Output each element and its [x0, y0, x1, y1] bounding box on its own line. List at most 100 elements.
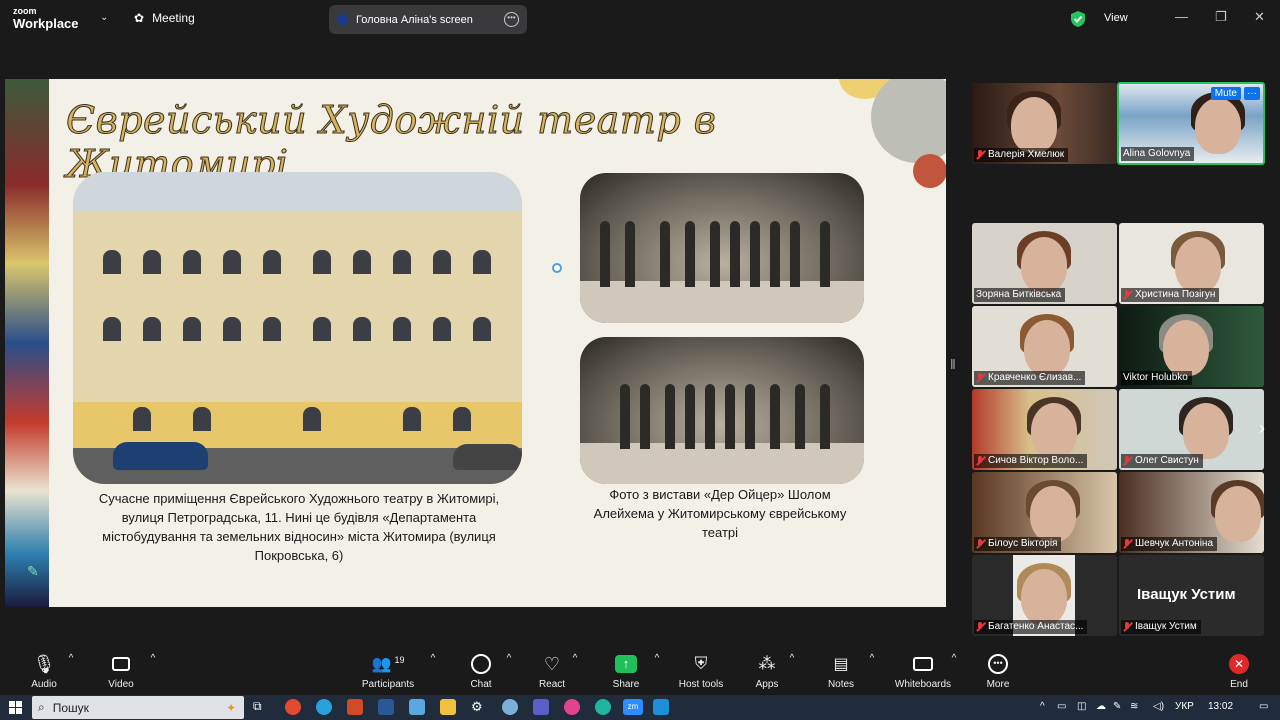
caption-building: Сучасне приміщення Єврейського Художньог…	[98, 491, 500, 563]
apps-icon: ⁂	[758, 654, 776, 673]
whiteboards-options-caret[interactable]: ^	[949, 653, 959, 664]
whiteboard-icon	[913, 657, 933, 671]
chevron-down-icon[interactable]: ⌄	[100, 12, 108, 23]
video-tile[interactable]: Кравченко Єлизав...	[972, 306, 1117, 387]
participant-name-tag: Багатенко Анастас...	[974, 620, 1088, 634]
clock[interactable]: 13:02	[1208, 701, 1233, 712]
maximize-icon[interactable]: ❐	[1215, 9, 1227, 25]
minimize-icon[interactable]: —	[1175, 9, 1188, 24]
heart-icon: ♡	[543, 653, 561, 674]
caption-play: Фото з вистави «Дер Ойцер» Шолом Алейхем…	[593, 487, 847, 540]
video-tile[interactable]: Олег Свистун	[1119, 389, 1264, 470]
share-button[interactable]: ↑ Share	[591, 653, 661, 690]
video-tile[interactable]: Шевчук Антоніна	[1119, 472, 1264, 553]
mic-muted-icon	[1123, 622, 1132, 632]
participant-name-tag: Сичов Віктор Воло...	[974, 454, 1088, 468]
shield-check-icon[interactable]	[1070, 10, 1086, 28]
more-icon[interactable]: •••	[504, 12, 519, 27]
chat-icon	[471, 654, 491, 674]
apps-options-caret[interactable]: ^	[787, 653, 797, 664]
react-options-caret[interactable]: ^	[570, 653, 580, 664]
audio-options-caret[interactable]: ^	[66, 653, 76, 664]
mic-muted-icon	[976, 539, 985, 549]
word-icon[interactable]	[378, 699, 394, 715]
participants-button[interactable]: 👥 19 Participants	[353, 653, 423, 690]
presenter-background-strip: ✎	[5, 79, 49, 607]
meeting-toolbar: 🎙 Audio ^ Video ^ 👥 19 Participants ^ Cha…	[0, 645, 1280, 695]
paw-icon: ✿	[134, 11, 145, 25]
video-button[interactable]: Video	[86, 653, 156, 690]
mic-muted-icon	[976, 622, 985, 632]
play-photo-1	[580, 173, 864, 323]
meet-icon[interactable]: ◫	[1077, 701, 1086, 712]
microphone-icon: 🎙	[32, 653, 56, 674]
chat-options-caret[interactable]: ^	[504, 653, 514, 664]
windows-taskbar: ⌕ Пошук ✦ ⧉ ⚙ zm ^ ▭ ◫ ☁ ✎ ≋ ◁) УКР 13:0…	[0, 695, 1280, 720]
participants-options-caret[interactable]: ^	[428, 653, 438, 664]
screen-share-indicator[interactable]: Головна Аліна's screen •••	[329, 5, 527, 34]
notes-options-caret[interactable]: ^	[867, 653, 877, 664]
folder-icon[interactable]	[440, 699, 456, 715]
title-bar: zoom Workplace ⌄ ✿ Meeting Головна Аліна…	[0, 0, 1280, 40]
shield-icon: ⛨	[694, 654, 708, 673]
mic-muted-icon	[976, 150, 985, 160]
brand-bottom: Workplace	[13, 16, 79, 31]
share-label: Головна Аліна's screen	[356, 13, 473, 26]
powerpoint-icon[interactable]	[347, 699, 363, 715]
mic-muted-icon	[976, 373, 985, 383]
next-page-icon[interactable]: ›	[1259, 418, 1265, 439]
teams-icon[interactable]	[533, 699, 549, 715]
photos-icon[interactable]	[653, 699, 669, 715]
mic-muted-icon	[1123, 290, 1132, 300]
windows-start-icon[interactable]	[9, 701, 22, 714]
camera-icon	[112, 657, 130, 671]
video-options-caret[interactable]: ^	[148, 653, 158, 664]
share-options-caret[interactable]: ^	[652, 653, 662, 664]
telegram-icon[interactable]	[316, 699, 332, 715]
settings-icon[interactable]: ⚙	[471, 699, 487, 715]
pen-icon[interactable]: ✎	[1113, 701, 1121, 712]
panel-resize-handle[interactable]: ‖	[950, 356, 956, 372]
chrome-icon[interactable]	[285, 699, 301, 715]
volume-icon[interactable]: ◁)	[1153, 701, 1164, 712]
notes-button[interactable]: ▤ Notes	[806, 653, 876, 690]
host-tools-button[interactable]: ⛨ Host tools	[666, 653, 736, 690]
notifications-icon[interactable]: ▭	[1259, 701, 1268, 712]
wifi-icon[interactable]: ≋	[1130, 701, 1138, 712]
video-tile[interactable]: Христина Позігун	[1119, 223, 1264, 304]
active-speaker-tile[interactable]: Mute ··· Alina Golovnya	[1117, 82, 1265, 165]
participant-name-tag: Viktor Holubko	[1121, 371, 1192, 385]
video-tile[interactable]: Валерія Хмелюк	[972, 83, 1117, 164]
more-button[interactable]: ••• More	[963, 653, 1033, 690]
language-indicator[interactable]: УКР	[1175, 701, 1194, 712]
video-tile[interactable]: Сичов Віктор Воло...	[972, 389, 1117, 470]
files-icon[interactable]	[409, 699, 425, 715]
video-tile[interactable]: Білоус Вікторія	[972, 472, 1117, 553]
cloud-icon[interactable]: ☁	[1096, 701, 1106, 712]
share-screen-icon: ↑	[615, 655, 637, 673]
presenter-avatar	[337, 14, 348, 25]
taskbar-search[interactable]: ⌕ Пошук ✦	[32, 696, 244, 719]
participant-name-tag: Зоряна Битківська	[974, 288, 1066, 302]
edge-icon[interactable]	[595, 699, 611, 715]
camera-off-name: Іващук Устим	[1137, 586, 1236, 603]
annotate-pen-icon[interactable]: ✎	[27, 563, 39, 580]
tray-chevron-icon[interactable]: ^	[1040, 701, 1045, 712]
whiteboards-button[interactable]: Whiteboards	[888, 653, 958, 690]
battery-icon[interactable]: ▭	[1057, 701, 1066, 712]
close-icon[interactable]: ✕	[1254, 9, 1265, 25]
task-view-icon[interactable]: ⧉	[253, 699, 269, 715]
video-tile[interactable]: Багатенко Анастас...	[972, 555, 1117, 636]
meeting-menu[interactable]: ✿ Meeting	[134, 11, 195, 25]
play-photo-2	[580, 337, 864, 484]
view-button[interactable]: View	[1104, 12, 1128, 24]
video-tile[interactable]: Viktor Holubko	[1119, 306, 1264, 387]
tile-more-button[interactable]: ···	[1244, 87, 1260, 100]
participant-name-tag: Білоус Вікторія	[974, 537, 1062, 551]
mute-button[interactable]: Mute	[1210, 87, 1241, 100]
end-button[interactable]: ✕ End	[1204, 653, 1274, 690]
app-icon[interactable]	[502, 699, 518, 715]
app-icon[interactable]	[564, 699, 580, 715]
zoom-taskbar-icon[interactable]: zm	[623, 699, 643, 715]
video-tile[interactable]: Зоряна Битківська	[972, 223, 1117, 304]
